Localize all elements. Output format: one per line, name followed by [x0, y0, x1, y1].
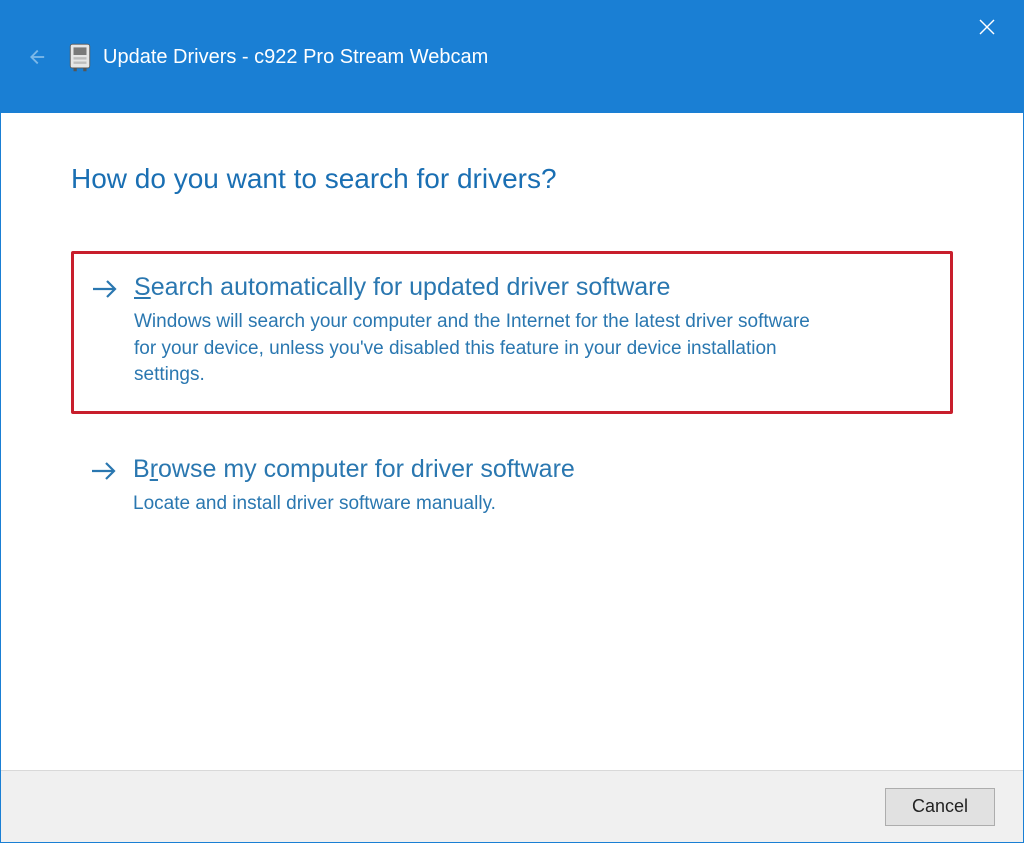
back-button[interactable]: [21, 43, 49, 71]
window-title: Update Drivers - c922 Pro Stream Webcam: [103, 46, 488, 69]
option-description: Windows will search your computer and th…: [134, 309, 834, 389]
option-text: Search automatically for updated driver …: [134, 272, 934, 389]
arrow-right-icon: [90, 274, 120, 304]
content-area: How do you want to search for drivers? S…: [1, 113, 1023, 770]
footer: Cancel: [1, 770, 1023, 842]
page-heading: How do you want to search for drivers?: [71, 163, 953, 195]
option-text: Browse my computer for driver software L…: [133, 454, 935, 518]
option-search-automatically[interactable]: Search automatically for updated driver …: [71, 251, 953, 414]
device-icon: [67, 43, 93, 71]
update-drivers-dialog: Update Drivers - c922 Pro Stream Webcam …: [0, 0, 1024, 843]
option-title: Search automatically for updated driver …: [134, 272, 934, 303]
arrow-right-icon: [89, 456, 119, 486]
option-browse-computer[interactable]: Browse my computer for driver software L…: [71, 434, 953, 542]
option-description: Locate and install driver software manua…: [133, 491, 833, 518]
cancel-button[interactable]: Cancel: [885, 788, 995, 826]
titlebar: Update Drivers - c922 Pro Stream Webcam: [1, 1, 1023, 113]
option-title: Browse my computer for driver software: [133, 454, 935, 485]
close-button[interactable]: [975, 15, 999, 39]
